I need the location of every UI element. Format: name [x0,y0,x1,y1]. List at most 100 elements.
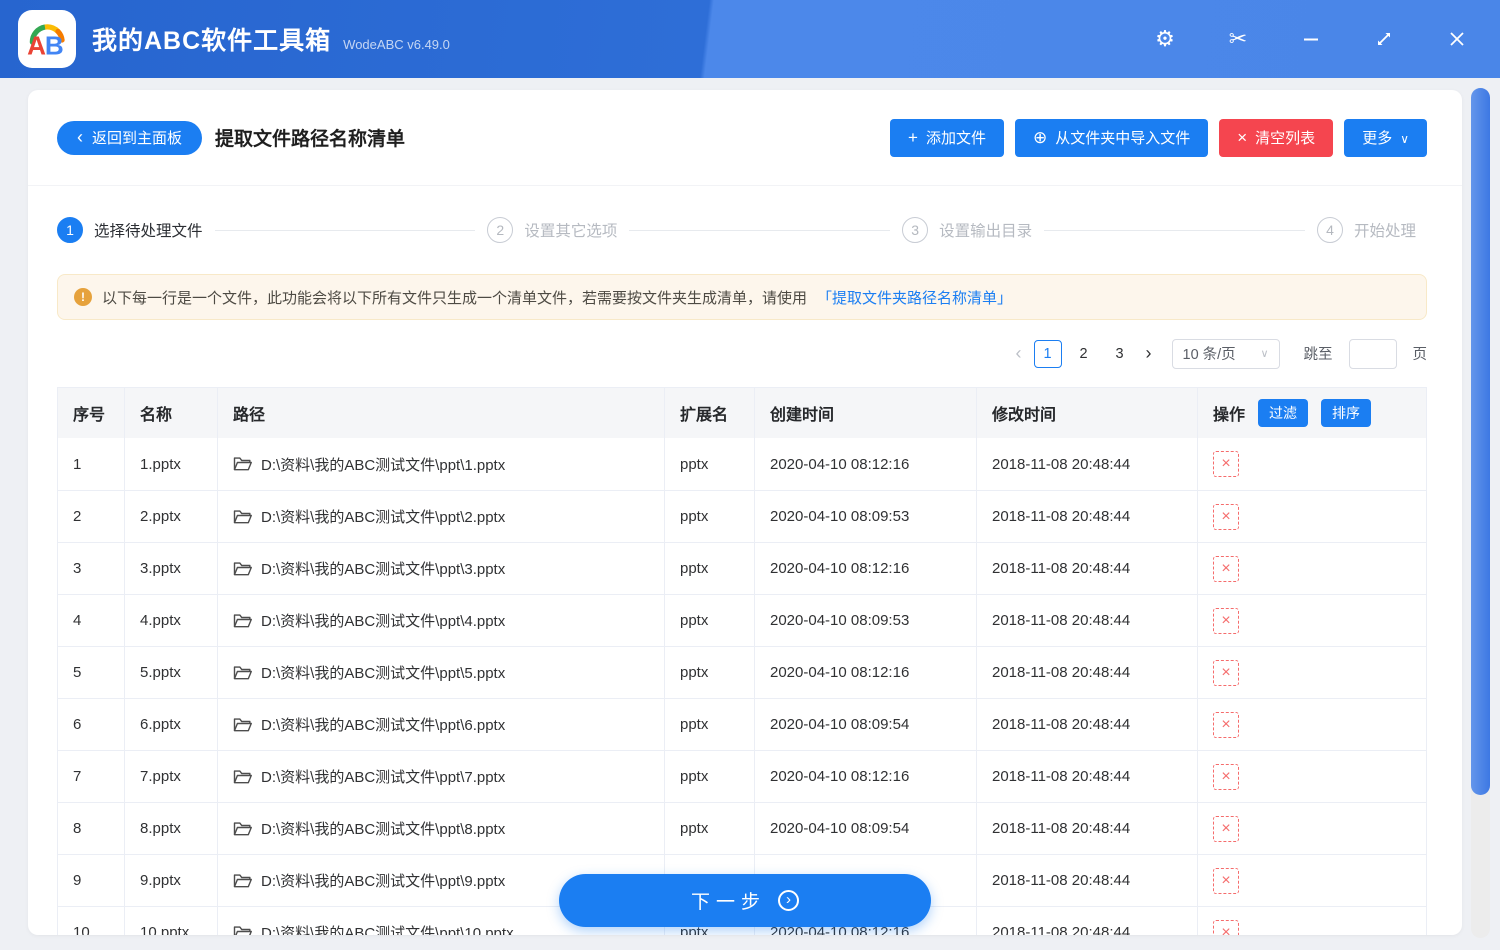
info-banner: ! 以下每一行是一个文件，此功能会将以下所有文件只生成一个清单文件，若需要按文件… [57,274,1427,320]
cell-operations: × [1198,491,1426,542]
maximize-icon[interactable] [1371,26,1397,52]
page-size-select[interactable]: 10 条/页 ∨ [1171,338,1280,369]
pagination: ‹ 1 2 3 › 10 条/页 ∨ 跳至 页 [28,320,1462,387]
cell-created-time: 2020-04-10 08:09:53 [755,491,977,542]
step-3-label: 设置输出目录 [939,223,1033,240]
cell-operations: × [1198,751,1426,802]
page-size-value: 10 条/页 [1182,347,1236,363]
cell-operations: × [1198,543,1426,594]
more-label: 更多 [1362,130,1393,147]
delete-row-button[interactable]: × [1213,451,1239,477]
back-to-dashboard-button[interactable]: ‹ 返回到主面板 [57,120,203,155]
delete-row-button[interactable]: × [1213,659,1239,686]
col-header-created: 创建时间 [755,388,977,438]
cell-created-time: 2020-04-10 08:09:54 [755,699,977,750]
main-panel: ‹ 返回到主面板 提取文件路径名称清单 + 添加文件 ⊕ 从文件夹中导入文件 ×… [28,90,1462,935]
app-version: WodeABC v6.49.0 [343,37,450,52]
cell-name: 4.pptx [125,595,218,646]
sort-button[interactable]: 排序 [1321,399,1372,427]
cell-name: 7.pptx [125,751,218,802]
file-path: D:\资料\我的ABC测试文件\ppt\9.pptx [261,873,506,890]
page-number-3[interactable]: 3 [1106,340,1134,368]
minimize-icon[interactable] [1298,26,1324,52]
add-files-button[interactable]: + 添加文件 [890,118,1004,157]
cell-modified-time: 2018-11-08 20:48:44 [977,647,1198,698]
cell-created-time: 2020-04-10 08:09:54 [755,803,977,854]
cell-extension: pptx [665,491,755,542]
cell-path: D:\资料\我的ABC测试文件\ppt\1.pptx [218,438,665,490]
app-logo: A B [18,10,76,68]
file-path: D:\资料\我的ABC测试文件\ppt\7.pptx [261,769,506,786]
delete-row-button[interactable]: × [1213,555,1239,582]
step-1: 1 选择待处理文件 [57,217,215,243]
import-folder-label: 从文件夹中导入文件 [1055,130,1191,147]
page-number-2[interactable]: 2 [1070,340,1098,368]
file-table: 序号 名称 路径 扩展名 创建时间 修改时间 操作 过滤 排序 1 1.pptx [57,387,1427,935]
cell-index: 2 [58,491,125,542]
step-3: 3 设置输出目录 [902,217,1044,243]
cell-modified-time: 2018-11-08 20:48:44 [977,803,1198,854]
cell-name: 9.pptx [125,855,218,906]
prev-page-button[interactable]: ‹ [1012,343,1026,364]
page-number-1[interactable]: 1 [1033,339,1062,368]
cell-extension: pptx [665,438,755,490]
file-path: D:\资料\我的ABC测试文件\ppt\3.pptx [261,561,506,578]
cell-path: D:\资料\我的ABC测试文件\ppt\7.pptx [218,751,665,802]
folder-icon [233,456,252,472]
next-step-label: 下一步 [690,892,766,913]
clear-list-label: 清空列表 [1255,130,1316,147]
cell-path: D:\资料\我的ABC测试文件\ppt\8.pptx [218,803,665,854]
file-path: D:\资料\我的ABC测试文件\ppt\6.pptx [261,717,506,734]
banner-text: 以下每一行是一个文件，此功能会将以下所有文件只生成一个清单文件，若需要按文件夹生… [102,289,808,307]
scrollbar-thumb[interactable] [1471,88,1490,795]
delete-row-button[interactable]: × [1213,763,1239,790]
cut-tool-icon[interactable]: ✂ [1225,26,1251,52]
delete-row-button[interactable]: × [1213,919,1239,935]
import-from-folder-button[interactable]: ⊕ 从文件夹中导入文件 [1014,118,1209,157]
clear-list-button[interactable]: × 清空列表 [1219,118,1334,157]
delete-row-button[interactable]: × [1213,815,1239,842]
cell-index: 10 [58,907,125,935]
delete-row-button[interactable]: × [1213,607,1239,634]
delete-row-button[interactable]: × [1213,503,1239,530]
cell-modified-time: 2018-11-08 20:48:44 [977,751,1198,802]
app-title: 我的ABC软件工具箱 [92,27,332,55]
chevron-down-icon: ∨ [1400,131,1409,146]
cell-extension: pptx [665,803,755,854]
cell-created-time: 2020-04-10 08:09:53 [755,595,977,646]
svg-text:A: A [27,31,46,61]
step-connector [629,229,891,231]
cell-index: 1 [58,438,125,490]
cell-extension: pptx [665,751,755,802]
cell-path: D:\资料\我的ABC测试文件\ppt\2.pptx [218,491,665,542]
settings-icon[interactable]: ⚙ [1152,26,1178,52]
scrollbar-track[interactable] [1471,88,1490,938]
close-icon[interactable] [1444,26,1470,52]
step-2-circle: 2 [487,217,514,243]
next-step-button[interactable]: 下一步 › [559,874,931,927]
delete-row-button[interactable]: × [1213,867,1239,894]
jump-page-input[interactable] [1348,338,1397,369]
step-connector [214,229,476,231]
cell-operations: × [1198,438,1426,490]
more-button[interactable]: 更多 ∨ [1344,118,1427,157]
col-header-index: 序号 [58,388,125,438]
cell-modified-time: 2018-11-08 20:48:44 [977,907,1198,935]
filter-button[interactable]: 过滤 [1258,399,1309,427]
delete-row-button[interactable]: × [1213,711,1239,738]
file-path: D:\资料\我的ABC测试文件\ppt\2.pptx [261,509,506,526]
banner-link[interactable]: 「提取文件夹路径名称清单」 [817,287,1012,308]
page-title: 提取文件路径名称清单 [215,129,406,150]
step-indicator: 1 选择待处理文件 2 设置其它选项 3 设置输出目录 4 开始处理 [28,186,1462,274]
next-page-button[interactable]: › [1142,343,1156,364]
file-path: D:\资料\我的ABC测试文件\ppt\5.pptx [261,665,506,682]
warning-icon: ! [74,288,92,306]
plus-icon: + [908,128,918,147]
cell-modified-time: 2018-11-08 20:48:44 [977,699,1198,750]
cell-name: 6.pptx [125,699,218,750]
circle-plus-icon: ⊕ [1032,128,1048,147]
table-row: 3 3.pptx D:\资料\我的ABC测试文件\ppt\3.pptx pptx… [58,542,1426,594]
cell-extension: pptx [665,595,755,646]
folder-icon [233,509,252,525]
folder-icon [233,613,252,629]
